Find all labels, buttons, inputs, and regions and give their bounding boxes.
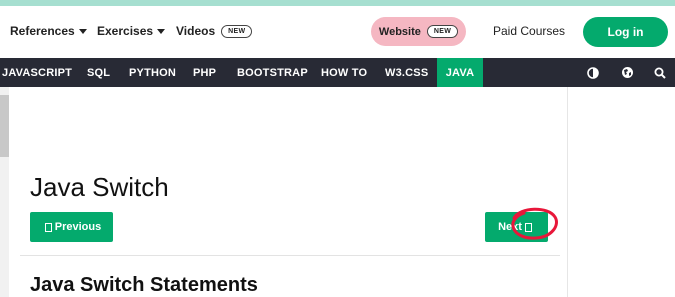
right-column-divider: [567, 87, 568, 297]
section-title: Java Switch Statements: [30, 274, 258, 296]
next-label: Next: [498, 221, 522, 233]
videos-link[interactable]: Videos NEW: [176, 6, 253, 56]
paid-courses-link[interactable]: Paid Courses: [493, 6, 565, 56]
references-menu[interactable]: References: [10, 6, 87, 56]
next-button[interactable]: Next: [485, 212, 548, 242]
videos-label: Videos: [176, 24, 216, 38]
exercises-menu[interactable]: Exercises: [97, 6, 166, 56]
new-badge: NEW: [426, 25, 459, 38]
next-arrow-icon: [524, 222, 532, 232]
top-bar: References Exercises Videos NEW Website …: [0, 6, 675, 56]
nav-item-java[interactable]: JAVA: [437, 58, 483, 87]
nav-item-php[interactable]: PHP: [193, 58, 216, 87]
caret-down-icon: [78, 28, 87, 34]
search-icon[interactable]: [650, 58, 670, 87]
website-button[interactable]: Website NEW: [371, 17, 466, 46]
left-scrollbar-thumb[interactable]: [0, 95, 9, 157]
login-button[interactable]: Log in: [583, 17, 668, 47]
main-nav: JAVASCRIPT SQL PYTHON PHP BOOTSTRAP HOW …: [0, 58, 675, 87]
nav-item-w3css[interactable]: W3.CSS: [385, 58, 428, 87]
website-label: Website: [378, 25, 421, 38]
previous-button[interactable]: Previous: [30, 212, 113, 242]
divider: [20, 255, 560, 256]
nav-item-howto[interactable]: HOW TO: [321, 58, 367, 87]
page-title: Java Switch: [30, 172, 169, 202]
exercises-label: Exercises: [97, 24, 154, 38]
caret-down-icon: [157, 28, 166, 34]
paid-courses-label: Paid Courses: [493, 24, 566, 38]
nav-item-javascript[interactable]: JAVASCRIPT: [2, 58, 72, 87]
nav-item-sql[interactable]: SQL: [87, 58, 110, 87]
references-label: References: [10, 24, 75, 38]
contrast-icon[interactable]: [583, 58, 603, 87]
globe-icon[interactable]: [617, 58, 637, 87]
nav-item-python[interactable]: PYTHON: [129, 58, 176, 87]
nav-item-bootstrap[interactable]: BOOTSTRAP: [237, 58, 308, 87]
previous-arrow-icon: [44, 222, 52, 232]
previous-label: Previous: [54, 221, 102, 233]
new-badge: NEW: [221, 24, 253, 38]
